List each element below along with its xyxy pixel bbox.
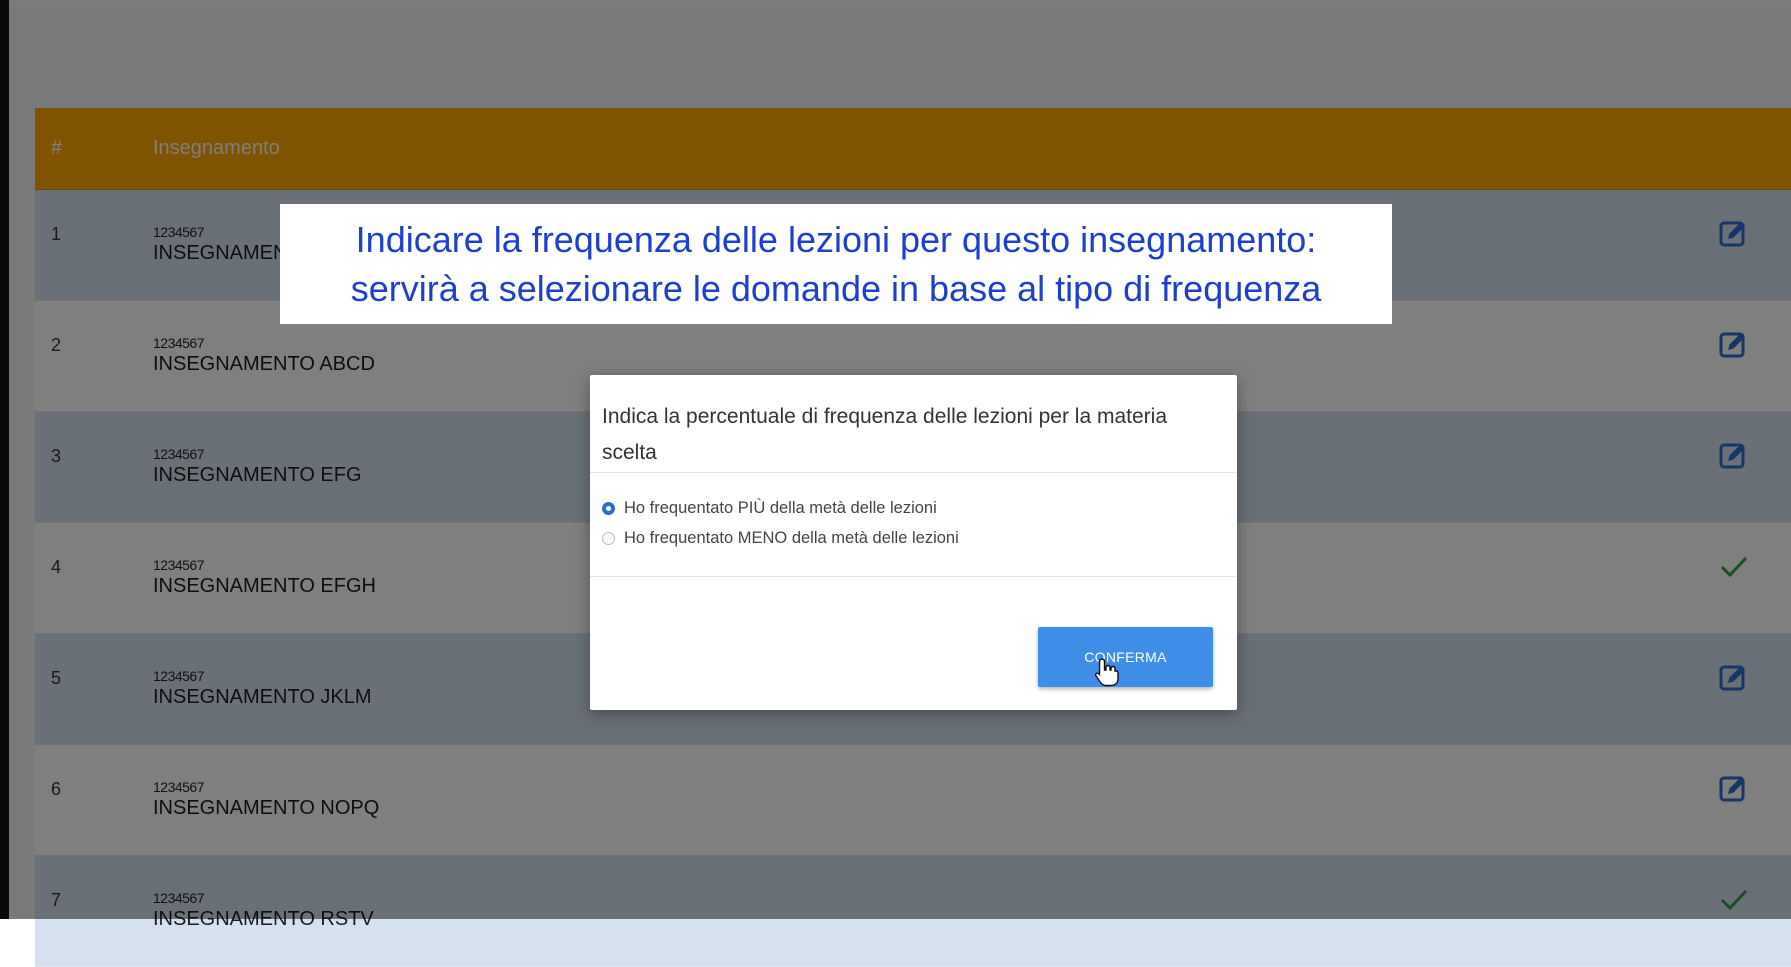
caption-line-2: servirà a selezionare le domande in base… — [350, 268, 1322, 309]
tutorial-caption: Indicare la frequenza delle lezioni per … — [280, 204, 1392, 324]
confirm-button[interactable]: CONFERMA — [1038, 627, 1213, 687]
hand-cursor-icon — [1094, 657, 1120, 687]
option-label: Ho frequentato PIÙ della metà delle lezi… — [624, 498, 937, 517]
radio-less-than-half[interactable] — [602, 531, 615, 545]
dialog-title: Indica la percentuale di frequenza delle… — [590, 375, 1237, 473]
caption-line-1: Indicare la frequenza delle lezioni per … — [355, 219, 1317, 260]
attendance-dialog: Indica la percentuale di frequenza delle… — [590, 375, 1237, 710]
option-more-than-half[interactable]: Ho frequentato PIÙ della metà delle lezi… — [602, 493, 1225, 523]
attendance-options: Ho frequentato PIÙ della metà delle lezi… — [590, 473, 1237, 577]
option-label: Ho frequentato MENO della metà delle lez… — [624, 528, 959, 547]
radio-more-than-half[interactable] — [602, 501, 615, 515]
option-less-than-half[interactable]: Ho frequentato MENO della metà delle lez… — [602, 523, 1225, 553]
